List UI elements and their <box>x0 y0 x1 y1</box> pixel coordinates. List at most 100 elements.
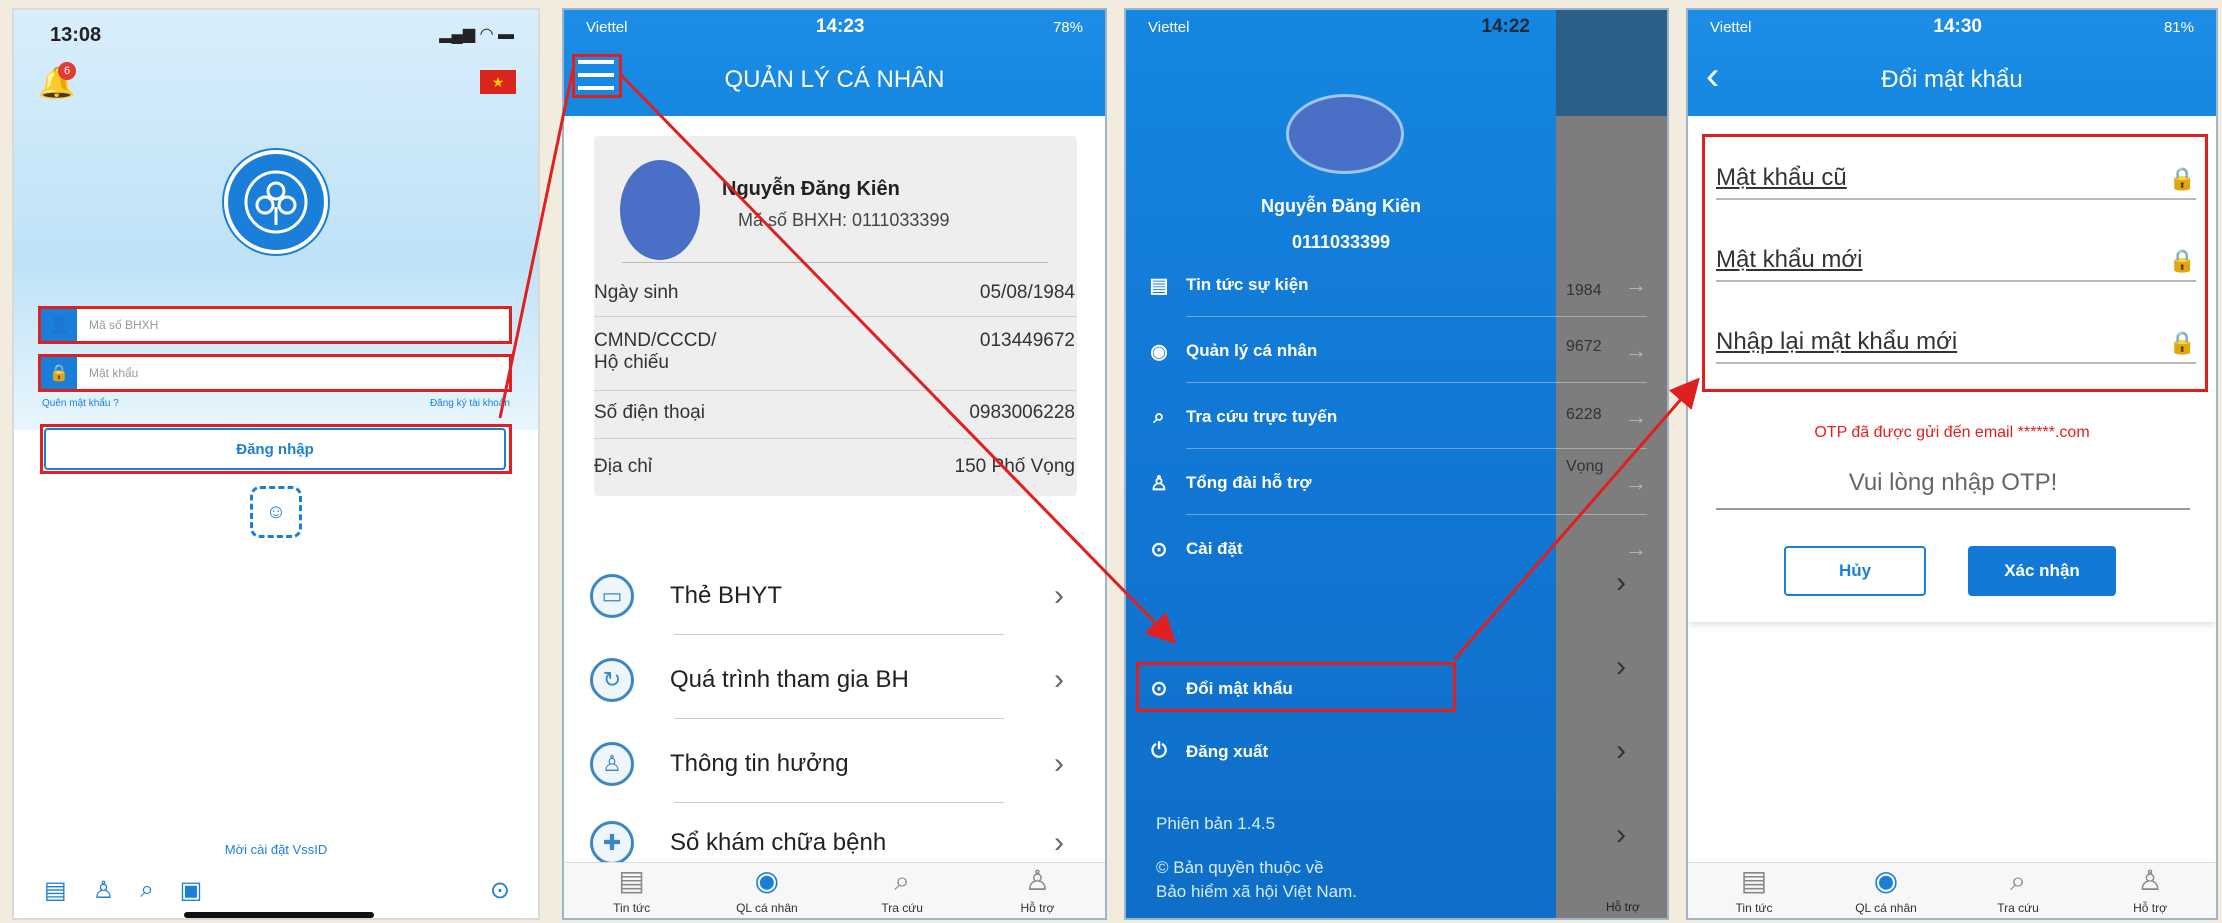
personal-icon: ◉ <box>754 864 780 896</box>
id-card-icon[interactable]: ▤ <box>44 876 67 905</box>
menu-lookup[interactable]: ⌕ Tra cứu trực tuyến → <box>1146 404 1647 430</box>
tab-news[interactable]: ▤ Tin tức <box>1688 863 1820 918</box>
info-value: 150 Phố Vọng <box>954 456 1075 477</box>
menu-settings[interactable]: ⊙ Cài đặt → <box>1146 536 1647 562</box>
confirm-button[interactable]: Xác nhận <box>1968 546 2116 596</box>
search-icon[interactable]: ⌕ <box>140 876 153 905</box>
info-row-id: CMND/CCCD/ Hộ chiếu 013449672 <box>594 330 1075 374</box>
news-icon: ▤ <box>1149 274 1169 297</box>
bg-tab-label: Hỗ trợ <box>1606 900 1640 914</box>
card-divider <box>622 262 1048 263</box>
side-menu-screen: 1984 9672 6228 Vọng › › › › Hỗ trợ Viett… <box>1124 8 1669 920</box>
person-money-icon: ♙ <box>590 742 634 786</box>
language-flag-icon[interactable]: ★ <box>480 70 516 94</box>
otp-placeholder: Vui lòng nhập OTP! <box>1848 469 2058 496</box>
menu-profile[interactable]: ◉ Quản lý cá nhân → <box>1146 338 1647 364</box>
medical-cross-icon: ✚ <box>590 821 634 865</box>
support-icon: ♙ <box>1024 864 1050 896</box>
tab-bar: ▤ Tin tức ◉ QL cá nhân ⌕ Tra cứu ♙ Hỗ trợ <box>564 862 1105 918</box>
field-label: Nhập lại mật khẩu mới <box>1716 328 1958 355</box>
profile-screen: Viettel 14:23 78% QUẢN LÝ CÁ NHÂN Nguyễn… <box>562 8 1107 920</box>
copyright-line-1: © Bản quyền thuộc về <box>1156 858 1324 877</box>
info-value: 0983006228 <box>969 402 1075 423</box>
tab-lookup[interactable]: ⌕ Tra cứu <box>1952 863 2084 918</box>
background-page: 1984 9672 6228 Vọng › › › › Hỗ trợ <box>1556 10 1667 918</box>
menu-support[interactable]: ♙ Tổng đài hỗ trợ → <box>1146 470 1647 496</box>
cancel-button[interactable]: Hủy <box>1784 546 1926 596</box>
tab-support[interactable]: ♙ Hỗ trợ <box>2084 863 2216 918</box>
row-divider <box>594 438 1077 439</box>
register-link[interactable]: Đăng ký tài khoản <box>430 398 510 409</box>
lookup-icon: ⌕ <box>2010 864 2026 896</box>
new-password-field[interactable]: Mật khẩu mới 🔒 <box>1716 232 2196 282</box>
row-divider <box>594 316 1077 317</box>
install-note[interactable]: Mời cài đặt VssID <box>14 842 538 857</box>
vss-logo-emblem-icon <box>244 170 308 234</box>
old-password-field[interactable]: Mật khẩu cũ 🔒 <box>1716 150 2196 200</box>
video-icon[interactable]: ▣ <box>180 876 203 905</box>
card-icon: ▭ <box>590 574 634 618</box>
version-text: Phiên bản 1.4.5 <box>1156 814 1276 833</box>
arrow-right-icon: → <box>1625 338 1647 363</box>
info-label: CMND/CCCD/ Hộ chiếu <box>594 330 717 373</box>
menu-item-benefits[interactable]: ♙ Thông tin hưởng › <box>590 734 1084 794</box>
drawer-avatar <box>1286 94 1404 174</box>
menu-label: Quản lý cá nhân <box>1186 341 1318 360</box>
menu-label: Đăng xuất <box>1186 741 1269 761</box>
menu-news[interactable]: ▤ Tin tức sự kiện → <box>1146 272 1647 298</box>
tab-label: QL cá nhân <box>736 900 798 915</box>
person-icon[interactable]: ♙ <box>93 876 115 905</box>
otp-input[interactable]: Vui lòng nhập OTP! <box>1716 458 2190 510</box>
tab-bar: ▤ Tin tức ◉ QL cá nhân ⌕ Tra cứu ♙ Hỗ trợ <box>1688 862 2216 918</box>
highlight-login <box>40 424 512 474</box>
change-password-screen: Viettel 14:30 81% ‹ Đổi mật khẩu Mật khẩ… <box>1686 8 2218 920</box>
page-title: QUẢN LÝ CÁ NHÂN <box>724 66 945 93</box>
info-label: Địa chỉ <box>594 456 653 477</box>
vss-logo <box>224 150 328 254</box>
support-icon: ♙ <box>2137 864 2163 896</box>
arrow-right-icon: → <box>1625 272 1647 297</box>
face-id-icon[interactable]: ☺ <box>250 486 302 538</box>
avatar <box>620 160 700 260</box>
copyright-line-2: Bảo hiểm xã hội Việt Nam. <box>1156 882 1357 901</box>
info-row-phone: Số điện thoại 0983006228 <box>594 402 1075 424</box>
info-label: Ngày sinh <box>594 282 679 303</box>
confirm-password-field[interactable]: Nhập lại mật khẩu mới 🔒 <box>1716 314 2196 364</box>
status-bar: Viettel 14:30 81% <box>1688 10 2216 44</box>
profile-name: Nguyễn Đăng Kiên <box>722 178 900 200</box>
drawer-name: Nguyễn Đăng Kiên <box>1260 196 1421 216</box>
menu-label: Sổ khám chữa bệnh <box>670 829 887 856</box>
refresh-icon: ↻ <box>590 658 634 702</box>
menu-divider <box>674 634 1004 635</box>
highlight-username <box>38 306 512 344</box>
tab-lookup[interactable]: ⌕ Tra cứu <box>835 863 970 918</box>
tab-news[interactable]: ▤ Tin tức <box>564 863 699 918</box>
status-time: 13:08 <box>50 24 102 46</box>
menu-item-bhyt[interactable]: ▭ Thẻ BHYT › <box>590 566 1084 626</box>
info-value: 013449672 <box>979 330 1075 351</box>
bhxh-code: Mã số BHXH: 0111033399 <box>738 210 950 230</box>
status-bar: Viettel 14:22 <box>1126 10 1552 44</box>
tab-support[interactable]: ♙ Hỗ trợ <box>970 863 1105 918</box>
tab-label: QL cá nhân <box>1855 900 1917 915</box>
tab-personal[interactable]: ◉ QL cá nhân <box>699 863 834 918</box>
tab-label: Hỗ trợ <box>1020 900 1055 915</box>
bg-chevron: › <box>1616 566 1626 599</box>
arrow-right-icon: → <box>1625 536 1647 561</box>
tab-personal[interactable]: ◉ QL cá nhân <box>1820 863 1952 918</box>
info-label: Số điện thoại <box>594 402 705 423</box>
menu-label: Tin tức sự kiện <box>1186 275 1309 294</box>
menu-item-medical[interactable]: ✚ Sổ khám chữa bệnh › <box>590 818 1084 868</box>
forgot-password-link[interactable]: Quên mật khẩu ? <box>42 398 119 409</box>
menu-logout[interactable]: ⏻ Đăng xuất <box>1146 740 1647 763</box>
confirm-label: Xác nhận <box>2004 561 2080 580</box>
lock-icon: 🔒 <box>2168 166 2196 191</box>
carrier: Viettel <box>1710 18 1752 36</box>
menu-item-history[interactable]: ↻ Quá trình tham gia BH › <box>590 650 1084 710</box>
drawer-code: 0111033399 <box>1291 232 1391 252</box>
menu-label: Thẻ BHYT <box>670 582 783 609</box>
menu-divider <box>1186 448 1647 449</box>
location-icon[interactable]: ⊙ <box>490 876 510 905</box>
login-screen: 13:08 ▂▄▆ ◠ ▬ 🔔 6 ★ 👤 Mã số BHXH 🔒 Mật k… <box>12 8 540 920</box>
info-row-dob: Ngày sinh 05/08/1984 <box>594 282 1075 304</box>
